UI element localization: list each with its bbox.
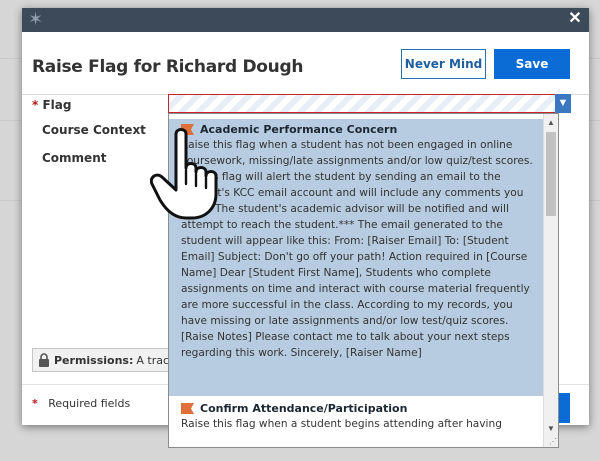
option-title: Confirm Attendance/Participation xyxy=(181,402,535,415)
lock-icon xyxy=(39,353,49,367)
required-marker: * xyxy=(32,397,38,410)
required-marker: * xyxy=(32,98,39,112)
save-button-edge[interactable] xyxy=(558,393,570,423)
required-fields-note: * Required fields xyxy=(32,397,130,410)
required-note-text: Required fields xyxy=(48,397,131,410)
comment-label: Comment xyxy=(42,151,107,165)
flag-option-confirm-attendance[interactable]: Confirm Attendance/Participation Raise t… xyxy=(169,398,543,447)
dialog-header: Raise Flag for Richard Dough Never Mind … xyxy=(22,32,589,95)
option-description: Raise this flag when a student begins at… xyxy=(181,418,502,430)
save-button[interactable]: Save xyxy=(494,49,570,79)
option-title-text: Confirm Attendance/Participation xyxy=(200,402,408,415)
dialog-topbar: ✶ ✕ xyxy=(22,8,589,32)
permissions-text: A tracki xyxy=(136,353,171,367)
star-logo-icon: ✶ xyxy=(28,9,44,29)
chevron-down-icon[interactable]: ▼ xyxy=(555,94,571,113)
hand-pointer-icon xyxy=(150,128,218,220)
flag-select[interactable] xyxy=(168,94,556,113)
dialog-title: Raise Flag for Richard Dough xyxy=(32,57,304,77)
course-context-label: Course Context xyxy=(42,123,146,137)
scroll-down-icon[interactable]: ▼ xyxy=(547,424,555,433)
flag-icon xyxy=(181,403,194,414)
permissions-label: Permissions: xyxy=(54,353,134,367)
dropdown-scrollbar[interactable]: ▲ ▼ xyxy=(543,114,558,447)
flag-field-label: * Flag xyxy=(32,98,71,112)
scroll-up-icon[interactable]: ▲ xyxy=(547,118,555,127)
never-mind-button[interactable]: Never Mind xyxy=(401,49,486,79)
flag-label-text: Flag xyxy=(42,98,72,112)
option-title: Academic Performance Concern xyxy=(181,123,535,136)
option-title-text: Academic Performance Concern xyxy=(200,123,398,136)
resize-grip-icon[interactable]: ⋰ xyxy=(549,438,557,446)
permissions-box: Permissions: A tracki xyxy=(32,348,172,372)
option-description: Raise this flag when a student has not b… xyxy=(181,139,533,359)
close-icon[interactable]: ✕ xyxy=(567,11,583,27)
scroll-thumb[interactable] xyxy=(546,132,556,216)
